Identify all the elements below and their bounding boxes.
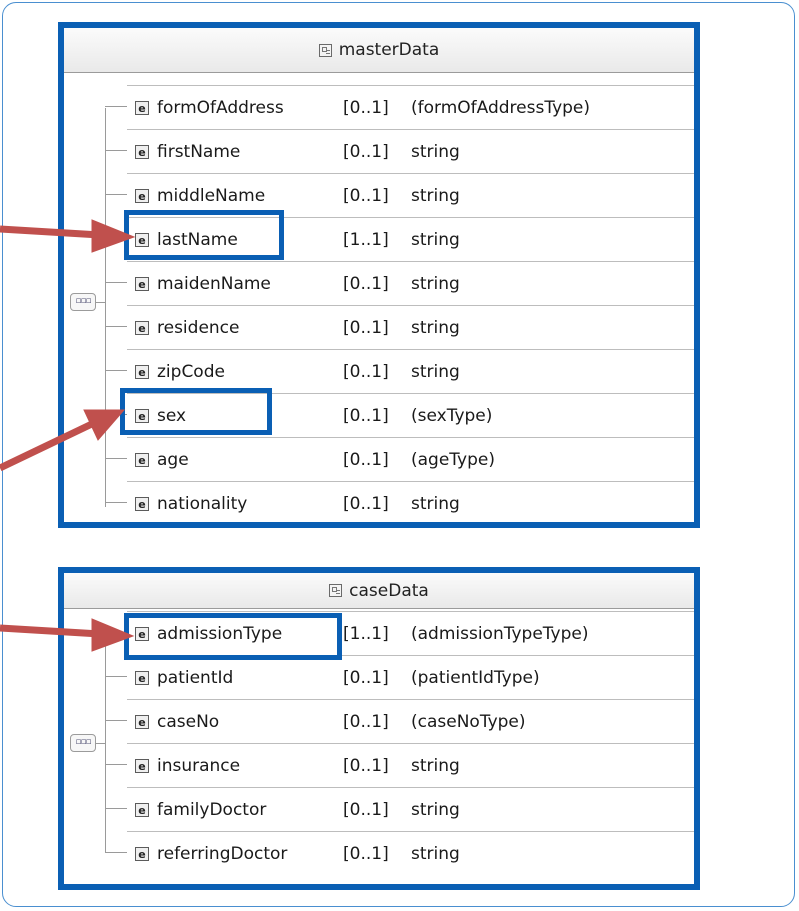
annotation-arrows [0, 219, 136, 652]
arrow-lastname-shaft [0, 225, 101, 239]
arrow-sex-shaft [0, 418, 98, 472]
arrow-lastname-head [91, 219, 136, 253]
arrow-admissiontype-shaft [0, 624, 101, 638]
arrow-admissiontype-head [91, 618, 135, 652]
